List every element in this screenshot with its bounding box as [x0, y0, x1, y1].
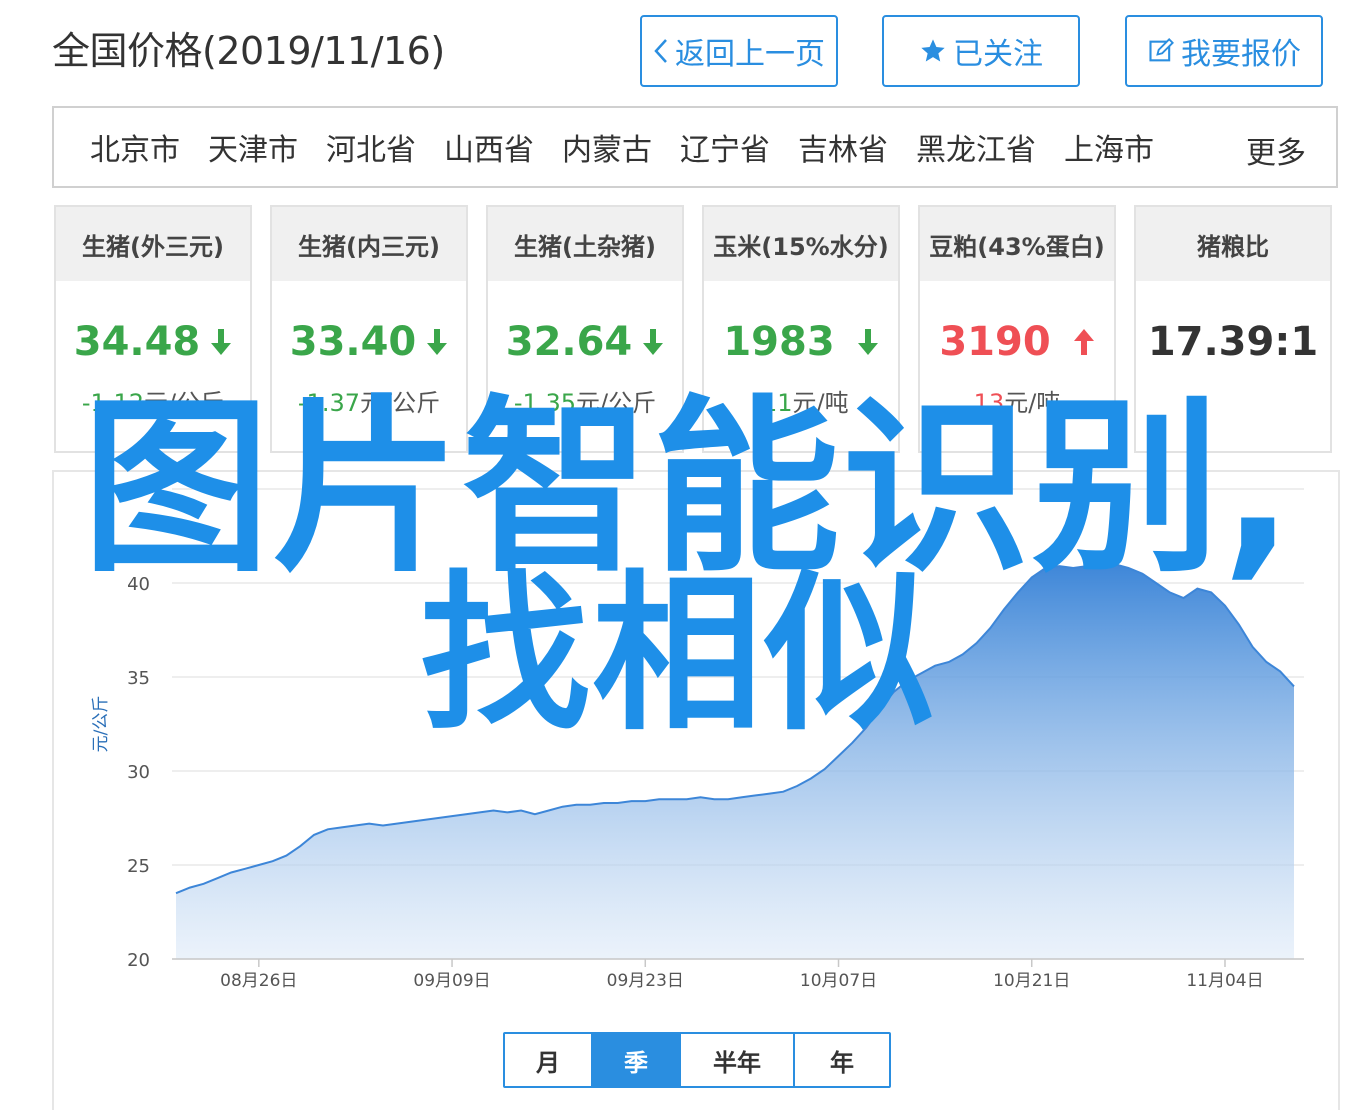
arrow-down-icon: [642, 321, 664, 367]
card-title: 生猪(外三元): [56, 207, 250, 281]
period-tab-year[interactable]: 年: [795, 1034, 889, 1086]
card-change: -11: [753, 389, 793, 417]
region-nav: 北京市 天津市 河北省 山西省 内蒙古 辽宁省 吉林省 黑龙江省 上海市 更多: [52, 106, 1338, 188]
chevron-left-icon: [653, 38, 669, 64]
card-value: 33.40: [289, 319, 417, 365]
region-item[interactable]: 北京市: [90, 125, 180, 169]
card-title: 猪粮比: [1136, 207, 1330, 281]
x-tick-label: 08月26日: [220, 971, 297, 991]
x-tick-label: 10月21日: [993, 971, 1070, 991]
region-item[interactable]: 内蒙古: [562, 125, 652, 169]
report-price-button[interactable]: 我要报价: [1125, 15, 1323, 87]
x-tick-label: 11月04日: [1186, 971, 1263, 991]
card-change: 13: [973, 389, 1005, 417]
page-title: 全国价格(2019/11/16): [52, 29, 445, 73]
card-value: 17.39:1: [1147, 319, 1319, 365]
price-card-corn[interactable]: 玉米(15%水分) 1983 -11元/吨: [702, 205, 900, 453]
y-tick-label: 30: [127, 762, 150, 783]
report-price-button-label: 我要报价: [1181, 37, 1301, 72]
price-card-pig-inner[interactable]: 生猪(内三元) 33.40 -1.37元/公斤: [270, 205, 468, 453]
x-tick-label: 10月07日: [800, 971, 877, 991]
card-value: 34.48: [73, 319, 201, 365]
arrow-down-icon: [426, 321, 448, 367]
followed-button-label: 已关注: [953, 37, 1043, 72]
region-item[interactable]: 辽宁省: [680, 125, 770, 169]
arrow-up-icon: [1073, 321, 1095, 367]
y-tick-label: 25: [127, 856, 150, 877]
region-item[interactable]: 山西省: [444, 125, 534, 169]
period-tab-month[interactable]: 月: [505, 1034, 593, 1086]
price-card-pig-grain-ratio[interactable]: 猪粮比 17.39:1: [1134, 205, 1332, 453]
card-change: -1.35: [513, 389, 576, 417]
more-regions-link[interactable]: 更多: [1246, 128, 1306, 172]
region-item[interactable]: 河北省: [326, 125, 416, 169]
star-icon: [919, 37, 947, 65]
y-tick-label: 35: [127, 668, 150, 689]
back-button[interactable]: 返回上一页: [640, 15, 838, 87]
card-change-unit: 元/吨: [1004, 389, 1061, 417]
y-axis-label: 元/公斤: [91, 696, 111, 753]
period-tab-halfyear[interactable]: 半年: [681, 1034, 795, 1086]
card-value: 32.64: [505, 319, 633, 365]
period-tab-quarter[interactable]: 季: [593, 1034, 681, 1086]
card-title: 豆粕(43%蛋白): [920, 207, 1114, 281]
price-card-soymeal[interactable]: 豆粕(43%蛋白) 3190 13元/吨: [918, 205, 1116, 453]
card-title: 生猪(内三元): [272, 207, 466, 281]
card-title: 玉米(15%水分): [704, 207, 898, 281]
card-change-unit: 元/公斤: [360, 389, 441, 417]
y-tick-label: 20: [127, 950, 150, 971]
arrow-down-icon: [210, 321, 232, 367]
series-area: [176, 562, 1294, 959]
price-card-pig-outer[interactable]: 生猪(外三元) 34.48 -1.12元/公斤: [54, 205, 252, 453]
price-card-pig-local[interactable]: 生猪(土杂猪) 32.64 -1.35元/公斤: [486, 205, 684, 453]
back-button-label: 返回上一页: [675, 37, 825, 72]
region-item[interactable]: 黑龙江省: [916, 125, 1036, 169]
region-item[interactable]: 天津市: [208, 125, 298, 169]
card-change-unit: 元/公斤: [144, 389, 225, 417]
card-change: -1.37: [297, 389, 360, 417]
card-value: 3190: [939, 319, 1051, 365]
card-value: 1983: [723, 319, 835, 365]
card-title: 生猪(土杂猪): [488, 207, 682, 281]
region-item[interactable]: 上海市: [1064, 125, 1154, 169]
x-tick-label: 09月23日: [607, 971, 684, 991]
price-chart: 20 25 30 35 40 元/公斤 08月26日 09月09日 09月23日 10月07日 10…: [91, 488, 1304, 991]
arrow-down-icon: [857, 321, 879, 367]
region-item[interactable]: 吉林省: [798, 125, 888, 169]
y-tick-label: 40: [127, 574, 150, 595]
card-change-unit: 元/公斤: [576, 389, 657, 417]
card-change-unit: 元/吨: [792, 389, 849, 417]
price-chart-panel: 20 25 30 35 40 元/公斤 08月26日 09月09日 09月23日 10月07日 10…: [52, 470, 1340, 1110]
period-selector: 月 季 半年 年: [503, 1032, 891, 1088]
x-tick-label: 09月09日: [413, 971, 490, 991]
followed-button[interactable]: 已关注: [882, 15, 1080, 87]
card-change: -1.12: [81, 389, 144, 417]
edit-icon: [1147, 37, 1175, 65]
